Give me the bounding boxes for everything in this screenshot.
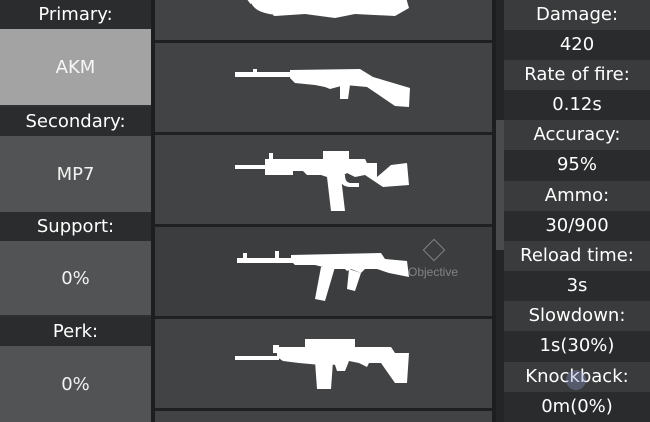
weapon-cell-shotgun[interactable]	[155, 0, 492, 40]
reload-time-value: 3s	[504, 271, 650, 301]
m1-carbine-icon	[235, 69, 410, 107]
rate-of-fire-value: 0.12s	[504, 90, 650, 120]
secondary-slot-value: MP7	[56, 163, 95, 185]
damage-label: Damage:	[504, 0, 650, 30]
support-category-label: Support:	[0, 212, 151, 241]
weapon-cell-carbine[interactable]	[155, 43, 492, 132]
perk-category-label: Perk:	[0, 317, 151, 346]
perk-slot-value: 0%	[61, 373, 90, 395]
diamond-icon	[422, 238, 446, 262]
scrollbar-thumb[interactable]	[496, 120, 504, 250]
m4a1-icon	[235, 151, 409, 211]
accuracy-label: Accuracy:	[504, 120, 650, 150]
secondary-category-label: Secondary:	[0, 107, 151, 136]
knockback-value: 0m(0%)	[504, 392, 650, 422]
support-slot-value: 0%	[61, 267, 90, 289]
primary-category-label: Primary:	[0, 0, 151, 29]
slowdown-value: 1s(30%)	[504, 331, 650, 361]
rate-of-fire-label: Rate of fire:	[504, 60, 650, 90]
damage-value: 420	[504, 30, 650, 60]
primary-slot-value: AKM	[55, 56, 96, 78]
objective-marker: Objective	[400, 236, 470, 286]
perk-slot[interactable]: 0%	[0, 346, 151, 422]
primary-slot[interactable]: AKM	[0, 29, 151, 105]
loadout-panel: Primary: AKM Secondary: MP7 Support: 0% …	[0, 0, 151, 422]
ammo-value: 30/900	[504, 211, 650, 241]
background-marker	[566, 370, 586, 390]
objective-label: Objective	[408, 265, 459, 279]
scar-icon	[235, 339, 409, 389]
weapon-cell-next[interactable]	[155, 411, 492, 422]
secondary-slot[interactable]: MP7	[0, 136, 151, 212]
support-slot[interactable]: 0%	[0, 241, 151, 315]
weapon-cell-m4a1[interactable]	[155, 135, 492, 224]
reload-time-label: Reload time:	[504, 241, 650, 271]
accuracy-value: 95%	[504, 150, 650, 180]
weapon-list	[155, 0, 492, 422]
shotgun-icon	[247, 0, 409, 18]
weapon-cell-scar[interactable]	[155, 319, 492, 408]
ammo-label: Ammo:	[504, 181, 650, 211]
slowdown-label: Slowdown:	[504, 301, 650, 331]
stats-panel: Damage: 420 Rate of fire: 0.12s Accuracy…	[504, 0, 650, 422]
